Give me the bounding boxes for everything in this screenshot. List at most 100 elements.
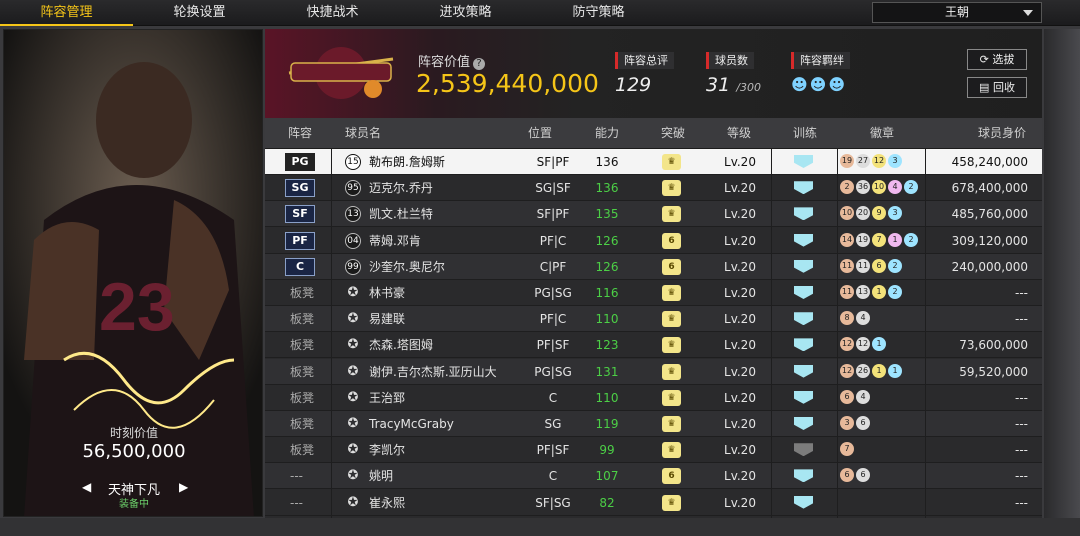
training-icon[interactable] bbox=[794, 469, 813, 483]
badge-list[interactable]: 10 20 9 3 bbox=[840, 206, 904, 222]
player-salary: --- bbox=[1015, 390, 1028, 405]
training-icon[interactable] bbox=[794, 443, 813, 457]
player-name[interactable]: 易建联 bbox=[369, 306, 405, 332]
player-name[interactable]: 谢伊.吉尔杰斯.亚历山大 bbox=[369, 359, 497, 385]
player-level: Lv.20 bbox=[724, 390, 756, 405]
player-name[interactable]: 勒布朗.詹姆斯 bbox=[369, 149, 445, 175]
player-name[interactable]: 李凯尔 bbox=[369, 437, 405, 463]
moment-value-label: 时刻价值 bbox=[109, 426, 158, 440]
breakthrough-crown-icon[interactable]: ♛ bbox=[662, 494, 681, 511]
player-salary: --- bbox=[1015, 312, 1028, 327]
badge-list[interactable]: 64 bbox=[840, 389, 872, 406]
badge-list[interactable]: 36 bbox=[840, 416, 872, 432]
player-position: C bbox=[548, 390, 558, 405]
tab-lineup[interactable]: 阵容管理 bbox=[0, 0, 133, 26]
player-rating: 136 bbox=[595, 181, 619, 196]
chevron-down-icon bbox=[1023, 10, 1033, 16]
breakthrough-crown-icon[interactable]: ♛ bbox=[662, 285, 681, 301]
breakthrough-crown-icon[interactable]: ♛ bbox=[662, 337, 681, 354]
next-arrow-icon[interactable]: ▶ bbox=[179, 480, 188, 494]
position-slot-badge[interactable]: SG bbox=[285, 179, 315, 198]
breakthrough-crown-icon[interactable]: 6 bbox=[662, 468, 681, 485]
training-icon[interactable] bbox=[794, 390, 813, 404]
breakthrough-crown-icon[interactable]: ♛ bbox=[662, 206, 681, 223]
breakthrough-crown-icon[interactable]: ♛ bbox=[662, 416, 681, 432]
player-name[interactable]: 沙奎尔.奥尼尔 bbox=[369, 254, 445, 280]
player-card[interactable]: 23 时刻价值 56,500,000 ◀ 天神下凡 装备中 ▶ bbox=[3, 29, 263, 517]
badge-icon: 3 bbox=[888, 206, 902, 221]
badge-icon: 19 bbox=[856, 232, 870, 247]
training-icon[interactable] bbox=[794, 259, 813, 273]
player-salary: --- bbox=[1015, 443, 1028, 458]
player-name[interactable]: 姚明 bbox=[369, 463, 393, 489]
player-name[interactable]: 迈克尔.乔丹 bbox=[369, 175, 433, 201]
position-slot-badge[interactable]: C bbox=[285, 257, 315, 276]
badge-icon: 12 bbox=[856, 337, 870, 352]
player-level: Lv.20 bbox=[724, 364, 756, 379]
badge-list[interactable]: 2 36 10 4 2 bbox=[840, 180, 920, 196]
player-name[interactable]: 林书豪 bbox=[369, 280, 405, 306]
badge-list[interactable]: 66 bbox=[840, 468, 872, 484]
training-icon[interactable] bbox=[794, 364, 813, 378]
position-slot-badge[interactable]: SF bbox=[285, 205, 315, 224]
player-name[interactable]: 蒂姆.邓肯 bbox=[369, 228, 421, 254]
players-count: 31 /300 bbox=[706, 74, 761, 96]
bench-label: 板凳 bbox=[290, 390, 315, 405]
badge-list[interactable]: 19 27 12 3 bbox=[840, 154, 904, 170]
breakthrough-crown-icon[interactable]: ♛ bbox=[662, 180, 681, 197]
player-name[interactable]: 王治郅 bbox=[369, 385, 405, 411]
badge-list[interactable]: 84 bbox=[840, 311, 872, 327]
player-level: Lv.20 bbox=[724, 312, 756, 327]
breakthrough-crown-icon[interactable]: ♛ bbox=[662, 442, 681, 459]
badge-list[interactable]: 11 13 1 2 bbox=[840, 285, 904, 301]
training-icon[interactable] bbox=[794, 155, 813, 168]
recycle-button[interactable]: ▤ 回收 bbox=[967, 77, 1027, 98]
breakthrough-crown-icon[interactable]: 6 bbox=[662, 232, 681, 249]
player-name[interactable]: 杰森.塔图姆 bbox=[369, 332, 433, 358]
tab-offense[interactable]: 进攻策略 bbox=[399, 0, 532, 26]
badge-list[interactable]: 7 bbox=[840, 442, 856, 458]
player-tier-icon: ✪ bbox=[347, 468, 359, 484]
training-icon[interactable] bbox=[794, 495, 813, 509]
player-tier-icon: ✪ bbox=[347, 442, 359, 458]
position-slot-badge[interactable]: PF bbox=[285, 231, 315, 250]
breakthrough-crown-icon[interactable]: 6 bbox=[662, 258, 681, 275]
col-level[interactable]: 等级 bbox=[727, 118, 751, 149]
col-rating[interactable]: 能力 bbox=[595, 118, 619, 149]
training-icon[interactable] bbox=[794, 312, 813, 326]
team-dropdown[interactable]: 王朝 bbox=[872, 2, 1042, 23]
col-slot: 阵容 bbox=[288, 126, 313, 140]
svg-text:23: 23 bbox=[99, 269, 175, 345]
tab-quick-tactics[interactable]: 快捷战术 bbox=[266, 0, 399, 26]
player-position: SG bbox=[544, 417, 562, 431]
position-slot-badge[interactable]: PG bbox=[285, 153, 315, 171]
training-icon[interactable] bbox=[794, 207, 813, 221]
badge-list[interactable]: 12 12 1 bbox=[840, 337, 888, 353]
tab-rotation[interactable]: 轮换设置 bbox=[133, 0, 266, 26]
bond-stat[interactable]: 阵容羁绊 ☻☻☻ bbox=[791, 49, 850, 94]
training-icon[interactable] bbox=[794, 338, 813, 352]
badge-list[interactable]: 12 26 1 1 bbox=[840, 363, 904, 380]
col-name: 球员名 bbox=[345, 126, 382, 140]
breakthrough-crown-icon[interactable]: ♛ bbox=[662, 389, 681, 406]
tab-defense[interactable]: 防守策略 bbox=[532, 0, 665, 26]
breakthrough-crown-icon[interactable]: ♛ bbox=[662, 311, 681, 328]
badge-list[interactable]: 11 11 6 2 bbox=[840, 258, 904, 275]
player-salary: 59,520,000 bbox=[959, 364, 1028, 379]
badge-icon: 4 bbox=[888, 180, 902, 195]
training-icon[interactable] bbox=[794, 417, 813, 430]
select-button[interactable]: ⟳ 选拔 bbox=[967, 49, 1027, 70]
breakthrough-crown-icon[interactable]: ♛ bbox=[662, 154, 681, 170]
player-name[interactable]: TracyMcGraby bbox=[369, 411, 454, 437]
training-icon[interactable] bbox=[794, 233, 813, 247]
player-name[interactable]: 崔永熙 bbox=[369, 490, 405, 516]
badge-list[interactable]: 14 19 7 1 2 bbox=[840, 232, 920, 249]
badge-icon: 6 bbox=[840, 389, 854, 404]
badge-icon: 20 bbox=[856, 206, 870, 221]
training-icon[interactable] bbox=[794, 286, 813, 299]
training-icon[interactable] bbox=[794, 181, 813, 195]
player-level: Lv.20 bbox=[724, 338, 756, 353]
col-salary[interactable]: 球员身价 bbox=[978, 118, 1026, 149]
breakthrough-crown-icon[interactable]: ♛ bbox=[662, 363, 681, 380]
player-name[interactable]: 凯文.杜兰特 bbox=[369, 201, 433, 227]
